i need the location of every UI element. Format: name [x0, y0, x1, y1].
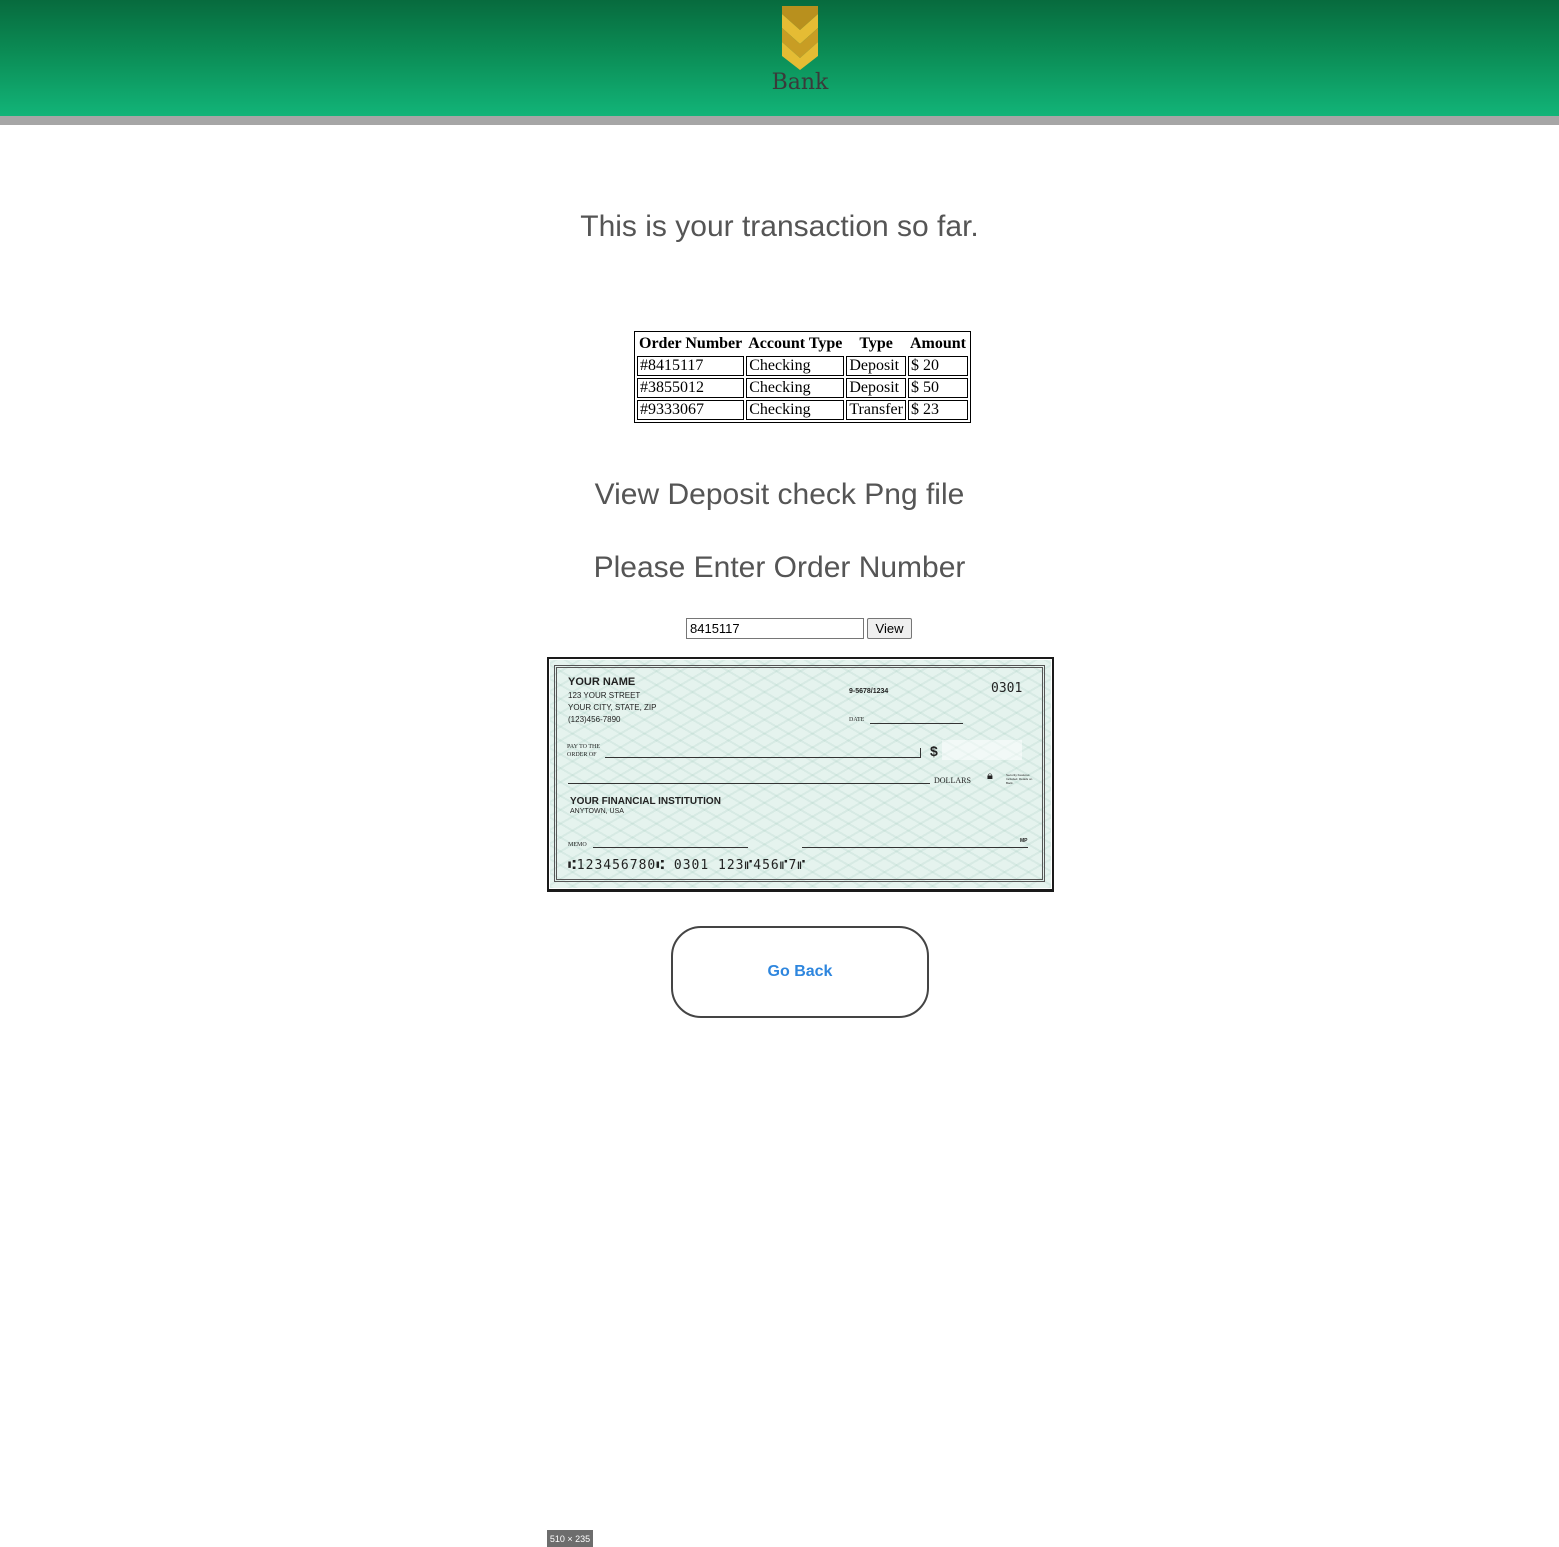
check-signature-line	[802, 847, 1028, 848]
check-payer-city: YOUR CITY, STATE, ZIP	[568, 703, 657, 712]
go-back-button[interactable]: Go Back	[671, 926, 929, 1018]
order-number-cell: #9333067	[637, 400, 745, 420]
check-dollars-label: DOLLARS	[934, 776, 971, 785]
check-date-label: DATE	[849, 717, 865, 723]
page-title: This is your transaction so far.	[580, 210, 979, 243]
order-number-input[interactable]	[686, 618, 864, 639]
account-type-cell: Checking	[746, 400, 845, 420]
check-payer-street: 123 YOUR STREET	[568, 691, 641, 700]
account-type-cell: Checking	[746, 378, 845, 398]
check-payee-line	[605, 757, 920, 758]
check-dollar-sign: $	[930, 743, 938, 759]
header-divider	[0, 116, 1559, 125]
check-date-line	[870, 723, 963, 724]
table-header-row: Order Number Account Type Type Amount	[637, 334, 968, 354]
col-type: Type	[859, 335, 893, 352]
check-amount-words-line	[568, 783, 930, 784]
order-number-cell: #8415117	[637, 356, 745, 376]
col-account-type: Account Type	[748, 335, 843, 352]
check-micr-line: ⑆123456780⑆ 0301 123⑈456⑈7⑈	[568, 858, 807, 873]
col-order-number: Order Number	[639, 335, 743, 352]
col-amount: Amount	[909, 335, 966, 352]
enter-order-heading: Please Enter Order Number	[593, 551, 966, 584]
amount-cell: $ 20	[907, 356, 968, 376]
check-security-note: Security Features Included. Details on B…	[1006, 773, 1033, 785]
check-institution-city: ANYTOWN, USA	[570, 808, 624, 815]
check-payee-line-end	[920, 748, 921, 758]
order-number-cell: #3855012	[637, 378, 745, 398]
type-cell: Transfer	[846, 400, 906, 420]
amount-cell: $ 23	[907, 400, 968, 420]
check-payer-phone: (123)456-7890	[568, 715, 621, 724]
check-image: YOUR NAME 123 YOUR STREET YOUR CITY, STA…	[547, 657, 1054, 1547]
padlock-icon: 🔒︎	[987, 770, 993, 782]
amount-cell: $ 50	[907, 378, 968, 398]
image-size-badge: 510 × 235	[547, 1530, 593, 1547]
type-cell: Deposit	[846, 356, 906, 376]
check-face: YOUR NAME 123 YOUR STREET YOUR CITY, STA…	[549, 659, 1052, 889]
type-cell: Deposit	[846, 378, 906, 398]
logo-text: Bank	[771, 70, 829, 95]
check-memo-line	[593, 847, 748, 848]
check-routing-fraction: 9-5678/1234	[849, 688, 889, 695]
check-mp-label: MP	[1020, 838, 1028, 844]
check-payer-name: YOUR NAME	[568, 676, 636, 688]
check-institution: YOUR FINANCIAL INSTITUTION	[570, 796, 721, 807]
account-type-cell: Checking	[746, 356, 845, 376]
view-button[interactable]: View	[867, 618, 912, 639]
check-pay-label-1: PAY TO THE	[567, 744, 601, 750]
check-memo-label: MEMO	[568, 842, 587, 848]
view-check-heading: View Deposit check Png file	[594, 478, 965, 511]
check-amount-box	[942, 740, 1022, 760]
table-row: #9333067 Checking Transfer $ 23	[637, 400, 968, 420]
table-row: #3855012 Checking Deposit $ 50	[637, 378, 968, 398]
check-number: 0301	[991, 681, 1023, 696]
table-row: #8415117 Checking Deposit $ 20	[637, 356, 968, 376]
transactions-table: Order Number Account Type Type Amount #8…	[634, 331, 971, 423]
check-pay-label-2: ORDER OF	[567, 752, 597, 758]
